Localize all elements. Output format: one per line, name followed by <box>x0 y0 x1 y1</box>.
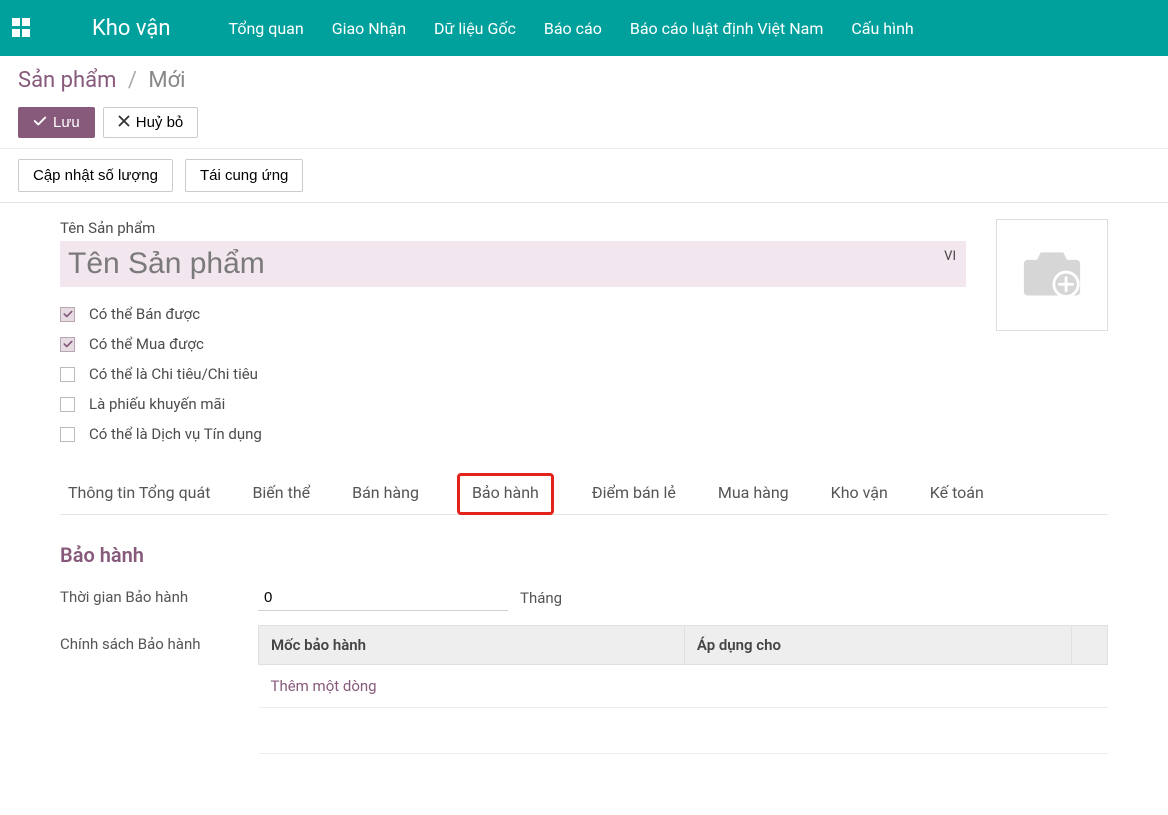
warranty-title: Bảo hành <box>60 543 1108 567</box>
warranty-period-label: Thời gian Bảo hành <box>60 585 258 606</box>
save-label: Lưu <box>53 114 80 131</box>
checkbox-icon <box>60 307 75 322</box>
nav-vn-report[interactable]: Báo cáo luật định Việt Nam <box>630 19 824 38</box>
checkbox-icon <box>60 397 75 412</box>
warranty-policy-table: Mốc bảo hành Áp dụng cho Thêm một dòng <box>258 625 1108 754</box>
check-label: Có thể Mua được <box>89 335 204 353</box>
check-expense[interactable]: Có thể là Chi tiêu/Chi tiêu <box>60 365 966 383</box>
tab-pos[interactable]: Điểm bán lẻ <box>588 473 680 514</box>
lang-badge[interactable]: VI <box>944 249 956 264</box>
col-tools <box>1072 626 1108 665</box>
tab-inventory[interactable]: Kho vận <box>827 473 892 514</box>
warranty-policy-label: Chính sách Bảo hành <box>60 625 258 653</box>
secondary-actions: Cập nhật số lượng Tái cung ứng <box>0 148 1168 202</box>
subheader: Sản phẩm / Mới Lưu Huỷ bỏ <box>0 56 1168 138</box>
nav-report[interactable]: Báo cáo <box>544 19 602 38</box>
col-apply[interactable]: Áp dụng cho <box>684 626 1071 665</box>
col-milestone[interactable]: Mốc bảo hành <box>259 626 685 665</box>
tab-bar: Thông tin Tổng quát Biến thể Bán hàng Bả… <box>60 473 1108 515</box>
check-credit-service[interactable]: Có thể là Dịch vụ Tín dụng <box>60 425 966 443</box>
warranty-period-unit: Tháng <box>520 589 562 607</box>
nav-config[interactable]: Cấu hình <box>851 19 913 38</box>
tab-general[interactable]: Thông tin Tổng quát <box>64 473 214 514</box>
image-uploader[interactable] <box>996 219 1108 331</box>
tab-sales[interactable]: Bán hàng <box>348 473 423 514</box>
update-qty-button[interactable]: Cập nhật số lượng <box>18 159 173 192</box>
tab-content-warranty: Bảo hành Thời gian Bảo hành Tháng Chính … <box>60 515 1108 754</box>
close-icon <box>118 115 130 130</box>
add-line-link[interactable]: Thêm một dòng <box>271 677 377 695</box>
nav-overview[interactable]: Tổng quan <box>229 19 304 38</box>
check-icon <box>33 114 47 131</box>
product-name-input[interactable] <box>60 241 966 287</box>
form-sheet: Tên Sản phẩm VI Có thể Bán được Có thể M… <box>0 202 1168 794</box>
app-brand[interactable]: Kho vận <box>92 16 171 41</box>
warranty-policy-row: Chính sách Bảo hành Mốc bảo hành Áp dụng… <box>60 625 1108 754</box>
check-can-sell[interactable]: Có thể Bán được <box>60 305 966 323</box>
table-row: Thêm một dòng <box>259 665 1108 708</box>
replenish-button[interactable]: Tái cung ứng <box>185 159 303 192</box>
option-checks: Có thể Bán được Có thể Mua được Có thể l… <box>60 305 966 443</box>
breadcrumb: Sản phẩm / Mới <box>18 68 1150 93</box>
check-can-buy[interactable]: Có thể Mua được <box>60 335 966 353</box>
camera-add-icon <box>1022 246 1082 304</box>
table-row <box>259 708 1108 754</box>
check-label: Có thể là Dịch vụ Tín dụng <box>89 425 262 443</box>
checkbox-icon <box>60 367 75 382</box>
tab-warranty[interactable]: Bảo hành <box>457 473 554 515</box>
check-label: Có thể là Chi tiêu/Chi tiêu <box>89 365 258 383</box>
checkbox-icon <box>60 427 75 442</box>
breadcrumb-current: Mới <box>148 68 185 93</box>
check-label: Có thể Bán được <box>89 305 200 323</box>
check-label: Là phiếu khuyến mãi <box>89 395 225 413</box>
nav-master-data[interactable]: Dữ liệu Gốc <box>434 19 516 38</box>
discard-label: Huỷ bỏ <box>136 114 184 131</box>
breadcrumb-root[interactable]: Sản phẩm <box>18 68 116 93</box>
tab-variants[interactable]: Biến thể <box>248 473 314 514</box>
warranty-period-input[interactable] <box>258 585 508 611</box>
checkbox-icon <box>60 337 75 352</box>
tab-purchase[interactable]: Mua hàng <box>714 473 793 514</box>
warranty-period-row: Thời gian Bảo hành Tháng <box>60 585 1108 611</box>
discard-button[interactable]: Huỷ bỏ <box>103 107 199 138</box>
nav-transfer[interactable]: Giao Nhận <box>332 19 406 38</box>
product-name-field: VI <box>60 241 966 287</box>
save-button[interactable]: Lưu <box>18 107 95 138</box>
check-voucher[interactable]: Là phiếu khuyến mãi <box>60 395 966 413</box>
breadcrumb-sep: / <box>128 68 137 93</box>
apps-icon[interactable] <box>12 18 32 38</box>
tab-accounting[interactable]: Kế toán <box>926 473 988 514</box>
top-nav: Kho vận Tổng quan Giao Nhận Dữ liệu Gốc … <box>0 0 1168 56</box>
product-name-label: Tên Sản phẩm <box>60 219 966 237</box>
